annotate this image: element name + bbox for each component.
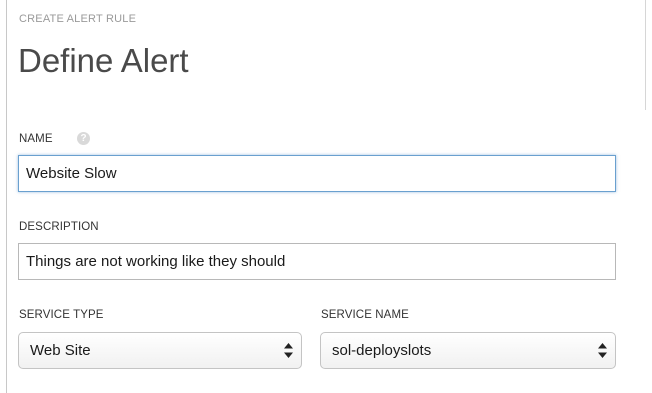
name-label: NAME xyxy=(19,133,53,145)
help-icon[interactable]: ? xyxy=(77,132,90,145)
page-title: Define Alert xyxy=(18,42,189,79)
name-field[interactable] xyxy=(18,155,616,192)
updown-arrows-icon xyxy=(284,343,293,358)
service-name-label: SERVICE NAME xyxy=(321,309,409,321)
description-label: DESCRIPTION xyxy=(19,221,99,233)
service-type-select[interactable]: Web Site xyxy=(18,332,302,369)
dialog-left-border xyxy=(6,0,7,393)
dialog-right-border xyxy=(645,0,646,110)
description-field[interactable] xyxy=(18,243,616,280)
service-name-select[interactable]: sol-deployslots xyxy=(320,332,616,369)
service-type-value: Web Site xyxy=(30,342,91,359)
service-name-value: sol-deployslots xyxy=(332,342,432,359)
breadcrumb: CREATE ALERT RULE xyxy=(19,13,137,25)
updown-arrows-icon xyxy=(598,343,607,358)
service-type-label: SERVICE TYPE xyxy=(19,309,104,321)
